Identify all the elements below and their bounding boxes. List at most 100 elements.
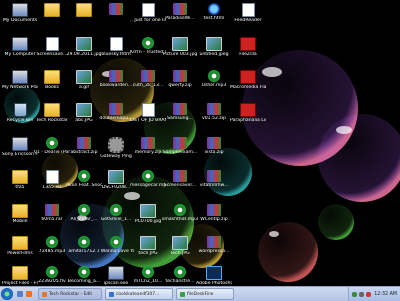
desktop-icon[interactable]: Gateway Ping <box>98 137 134 159</box>
desktop-icon[interactable]: 01 - Dearie (Part Song) <box>34 137 70 155</box>
ie-icon <box>208 3 220 15</box>
desktop-icon[interactable]: Project Files - Flash 8 <box>2 266 38 286</box>
desktop-icon[interactable]: FileZilla <box>230 37 266 57</box>
desktop-icon[interactable]: Tech.JPG <box>162 236 198 256</box>
desktop-icon[interactable]: My Computer <box>2 37 38 57</box>
desktop-icon[interactable]: Samsung... <box>162 103 198 121</box>
desktop-icon[interactable]: amitar1712... <box>66 236 102 254</box>
start-button[interactable]: start <box>1 288 13 300</box>
desktop-icon[interactable]: Screensave... <box>34 37 70 57</box>
desktop-icon[interactable]: Picture 003.jpg <box>162 37 198 57</box>
desktop-icon-label: tech.JPG <box>138 251 158 256</box>
network-icon[interactable] <box>352 291 358 297</box>
desktop-icon-label: Screensaver... <box>163 183 197 188</box>
desktop-icon-label: FileZilla <box>239 52 257 57</box>
desktop-icon[interactable]: Ali_Zafar_... <box>66 204 102 222</box>
desktop-icon[interactable]: WCentip.zip <box>196 204 232 222</box>
gear-icon <box>108 137 124 153</box>
desktop-icon[interactable]: PowerFilms <box>2 236 38 256</box>
volume-icon[interactable] <box>359 291 365 297</box>
flash-icon <box>240 70 256 84</box>
desktop-icon[interactable]: KdYn - Trusted Transistor.mp3 <box>130 37 166 55</box>
desktop-icon[interactable]: untitled.jpeg <box>196 37 232 57</box>
desktop-icon[interactable]: bluesky.thtm <box>98 37 134 57</box>
folder-icon <box>44 103 60 117</box>
desktop-icon[interactable]: a.gif <box>66 70 102 90</box>
taskbar-button[interactable]: coolskateandf307... <box>105 288 173 300</box>
desktop-icon[interactable]: GetSmile_1... <box>98 204 134 222</box>
desktop-icon[interactable]: My Documents <box>2 3 38 23</box>
desktop-icon[interactable]: techanstre... <box>162 266 198 284</box>
winrar-icon <box>207 103 221 115</box>
desktop-icon[interactable]: Paraphanalia Light 0.1 <box>230 103 266 123</box>
desktop-icon[interactable]: mTCn2_10... <box>130 266 166 284</box>
browser-icon[interactable] <box>26 291 32 297</box>
desktop-icon[interactable]: Akon Feat. Snoop Dogg... <box>66 170 102 188</box>
desktop-icon-label: Ali_Zafar_... <box>70 217 98 222</box>
desktop-icon[interactable]: bookwarden... <box>98 70 134 88</box>
desktop-icon[interactable]: 60m5.rar <box>34 204 70 222</box>
desktop-icon[interactable]: Recycle Bin <box>2 103 38 123</box>
desktop-icon[interactable]: I Wanna Love You(Direct)... <box>98 236 134 254</box>
clock[interactable]: 12:32 AM <box>374 292 397 297</box>
desktop-icon[interactable] <box>98 3 134 16</box>
desktop-icon[interactable]: Macromedia Flash 8 <box>230 70 266 90</box>
desktop-icon[interactable] <box>66 3 102 18</box>
desktop-icon[interactable]: .. Just for one link i m... <box>130 3 166 23</box>
desktop-icon[interactable]: 13a5.xls <box>34 170 70 190</box>
desktop-icon[interactable]: Screensaver... <box>162 170 198 188</box>
desktop-icon[interactable]: abc.JPG <box>66 103 102 123</box>
desktop-icon[interactable]: Tech Rockstar <box>34 103 70 123</box>
desktop-icon[interactable]: Sony Ericsson File Manager <box>2 137 38 157</box>
desktop-icon[interactable]: Becoming_a... <box>66 266 102 284</box>
taskbar-button[interactable]: Tech Rockstar - Edit <box>38 288 102 300</box>
desktop-icon[interactable]: tech.JPG <box>130 236 166 256</box>
desktop-icon[interactable]: PC0700.jpg <box>130 204 166 224</box>
quick-launch <box>17 291 35 297</box>
desktop-icon[interactable]: memory.zip <box>130 137 166 155</box>
desktop-icon[interactable]: Mobile <box>2 204 38 224</box>
desktop-icon[interactable]: LIST OF JD BRANCH... <box>130 103 166 123</box>
desktop-icon[interactable]: abstract.zip <box>66 137 102 155</box>
desktop[interactable]: My Documents My Computer My Network Places… <box>0 0 400 286</box>
desktop-icon[interactable]: doublemapu... <box>98 103 134 121</box>
desktop-icon-label: My Network Places <box>2 85 38 90</box>
desktop-icon-label: KdYn - Trusted Transistor.mp3 <box>130 50 166 55</box>
desktop-icon-label: memory.zip <box>134 150 162 155</box>
desktop-icon[interactable]: ParadiseWi... <box>162 3 198 21</box>
show-desktop-icon[interactable] <box>17 291 23 297</box>
desktop-icon[interactable]: cuth_2k_13... <box>130 70 166 88</box>
desktop-icon[interactable]: Books <box>34 70 70 90</box>
desktop-icon[interactable]: DSCF0208... <box>98 170 134 190</box>
doc-icon <box>45 170 59 184</box>
desktop-icon[interactable]: test.html <box>196 3 232 21</box>
desktop-icon[interactable]: wordpresso... <box>196 236 232 254</box>
desktop-icon[interactable]: My Network Places <box>2 70 38 90</box>
desktop-icon[interactable]: smashthat.mp3 <box>162 204 198 222</box>
desktop-icon[interactable]: ipscan.exe <box>98 266 134 286</box>
media-icon <box>208 70 220 82</box>
desktop-icon[interactable]: v01.52.zip <box>196 103 232 121</box>
winrar-icon <box>109 70 123 82</box>
desktop-icon[interactable]: vista.zip <box>196 137 232 155</box>
desktop-icon[interactable]: Sampleexam... <box>162 137 198 155</box>
desktop-icon-label: messagecar.mp3 <box>130 183 166 188</box>
winrar-icon <box>45 204 59 216</box>
desktop-icon[interactable]: vitatrillrhw... <box>196 170 232 188</box>
desktop-icon[interactable]: 72485.mp3 <box>34 236 70 254</box>
desktop-icon[interactable]: 29.09.2011.jpg <box>66 37 102 57</box>
desktop-icon[interactable]: tfa5 <box>2 170 38 190</box>
desktop-icon[interactable]: Adobe Photoshop CS2 <box>196 266 232 286</box>
desktop-icon[interactable]: FeedReader <box>230 3 266 23</box>
security-icon[interactable] <box>366 291 372 297</box>
desktop-icon[interactable]: 2239205.flv <box>34 266 70 284</box>
desktop-icon[interactable] <box>34 3 70 18</box>
desktop-icon[interactable]: messagecar.mp3 <box>130 170 166 188</box>
desktop-icon-label: Usher.mp3 <box>201 83 227 88</box>
desktop-icon[interactable]: qwerty.zip <box>162 70 198 88</box>
taskbar-button[interactable]: fileDeskFine <box>176 288 234 300</box>
winrar-icon <box>141 137 155 149</box>
desktop-icon[interactable]: Usher.mp3 <box>196 70 232 88</box>
folder-icon <box>12 236 28 250</box>
desktop-icon-label: .. Just for one link i m... <box>130 18 166 23</box>
